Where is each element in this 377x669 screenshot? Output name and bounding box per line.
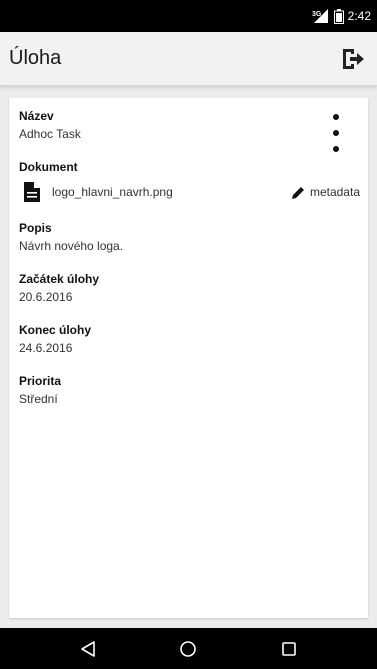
start-date-label: Začátek úlohy xyxy=(19,272,100,286)
recents-button[interactable] xyxy=(274,634,304,664)
end-date-label: Konec úlohy xyxy=(19,323,92,337)
home-button[interactable] xyxy=(173,634,203,664)
pencil-icon xyxy=(291,186,305,199)
end-date-field: Konec úlohy 24.6.2016 xyxy=(19,323,358,356)
name-value: Adhoc Task xyxy=(19,127,81,141)
metadata-button[interactable]: metadata xyxy=(291,185,360,199)
document-row: logo_hlavni_navrh.png metadata xyxy=(19,181,360,203)
name-label: Název xyxy=(19,109,54,123)
document-field: Dokument logo_hlavni_navrh.png metadata xyxy=(19,160,360,203)
more-vert-icon xyxy=(333,114,339,120)
page-title: Úloha xyxy=(9,47,62,69)
recents-icon xyxy=(282,641,296,656)
back-button[interactable] xyxy=(73,634,103,664)
priority-value: Střední xyxy=(19,392,58,406)
network-type-label: 3G xyxy=(312,11,322,18)
more-vert-icon-dot xyxy=(333,146,339,152)
signal-icon: 3G xyxy=(312,9,328,23)
clock: 2:42 xyxy=(347,9,371,23)
start-date-value: 20.6.2016 xyxy=(19,290,73,304)
battery-icon xyxy=(333,8,344,24)
metadata-label: metadata xyxy=(309,185,360,199)
priority-label: Priorita xyxy=(19,374,62,388)
document-label: Dokument xyxy=(19,160,78,174)
system-nav-bar xyxy=(0,628,377,669)
description-label: Popis xyxy=(19,221,52,235)
more-options-button[interactable] xyxy=(326,114,346,152)
description-value: Návrh nového loga. xyxy=(19,239,124,253)
document-icon xyxy=(22,181,42,203)
start-date-field: Začátek úlohy 20.6.2016 xyxy=(19,272,358,305)
task-detail-card: Název Adhoc Task Dokument logo_hlavni_na… xyxy=(9,98,368,618)
description-field: Popis Návrh nového loga. xyxy=(19,221,358,254)
app-bar: Úloha xyxy=(0,32,377,86)
more-vert-icon-dot xyxy=(333,130,339,136)
status-bar: 3G 2:42 xyxy=(0,0,377,32)
back-icon xyxy=(81,640,95,657)
end-date-value: 24.6.2016 xyxy=(19,341,73,355)
home-icon xyxy=(180,640,197,657)
exit-icon xyxy=(343,48,364,69)
name-field: Název Adhoc Task xyxy=(19,109,358,152)
priority-field: Priorita Střední xyxy=(19,374,358,407)
exit-button[interactable] xyxy=(339,45,367,73)
document-file-link[interactable]: logo_hlavni_navrh.png xyxy=(52,185,292,199)
